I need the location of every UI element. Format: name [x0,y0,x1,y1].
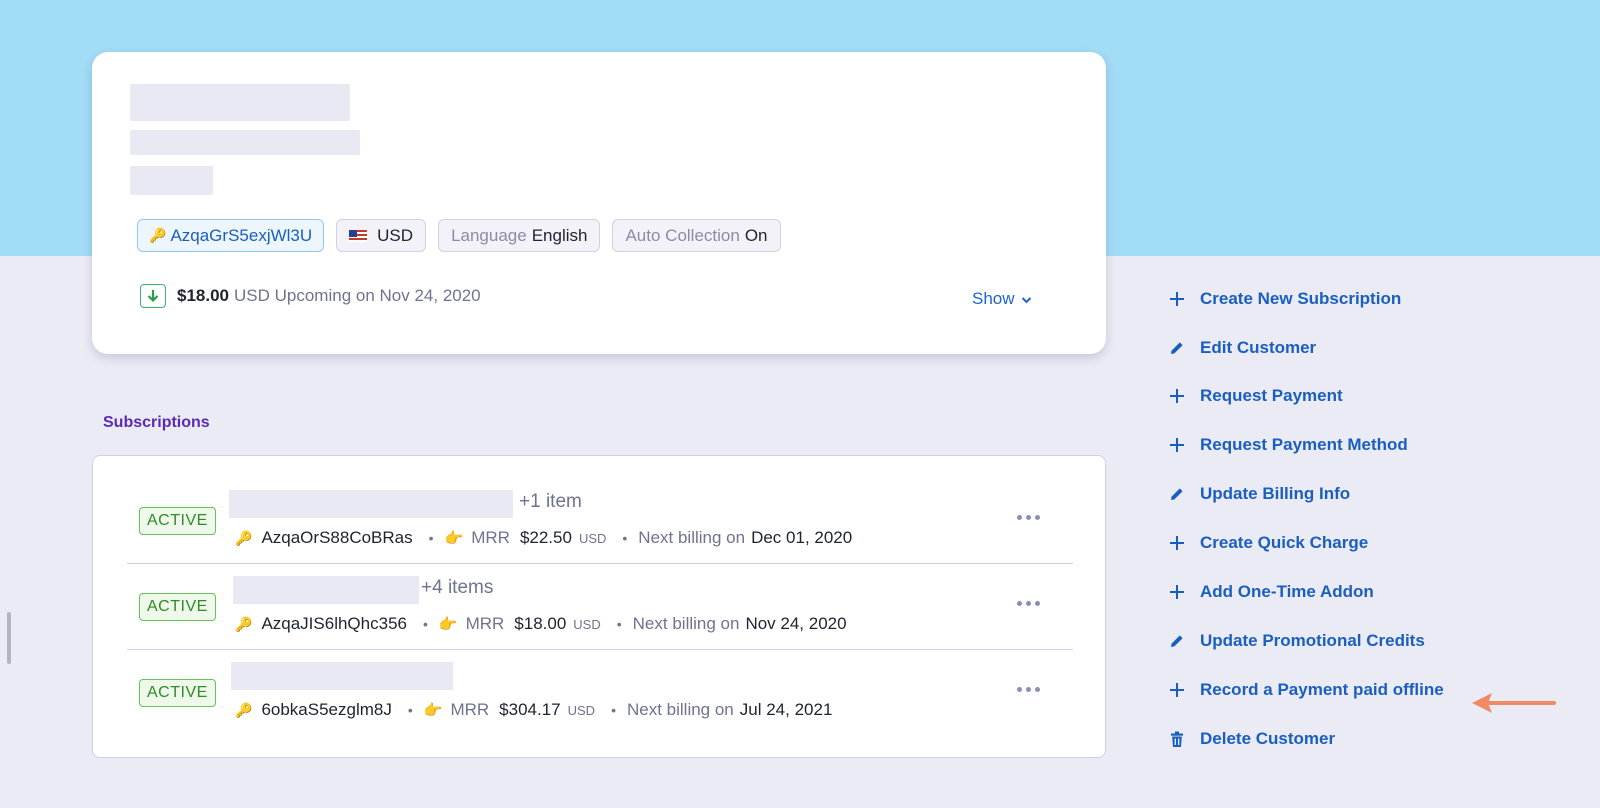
action-label: Record a Payment paid offline [1200,680,1444,699]
action-label: Add One-Time Addon [1200,582,1374,601]
subscription-meta: 🔑 6obkaS5ezglm8J • 👉 MRR $304.17 USD • N… [235,700,833,719]
item-count: +4 items [421,577,494,598]
pointing-hand-icon: 👉 [444,530,464,547]
key-icon: 🔑 [235,529,253,546]
customer-id-chip[interactable]: 🔑 AzqaGrS5exjWl3U [137,219,325,252]
subscription-row[interactable]: ACTIVE +4 items 🔑 AzqaJIS6lhQhc356 • 👉 M… [127,564,1073,650]
create-new-subscription-action[interactable]: Create New Subscription [1167,284,1401,314]
plus-icon [1167,289,1187,309]
show-button[interactable]: Show [972,289,1032,309]
plus-icon [1167,533,1187,553]
pencil-icon [1167,338,1187,358]
request-payment-action[interactable]: Request Payment [1167,381,1343,411]
currency-chip: USD [336,219,427,252]
plan-name-placeholder [233,576,419,604]
subscriptions-list: ACTIVE +1 item 🔑 AzqaOrS88CoBRas • 👉 MRR… [92,455,1106,758]
plus-icon [1167,680,1187,700]
pencil-icon [1167,631,1187,651]
more-options-icon[interactable] [1017,511,1041,523]
auto-collection-chip: Auto Collection On [612,219,781,252]
mrr-currency: USD [578,530,607,546]
mrr-amount: $18.00 [514,614,567,633]
subscription-meta: 🔑 AzqaJIS6lhQhc356 • 👉 MRR $18.00 USD • … [235,614,847,633]
key-icon: 🔑 [235,615,253,632]
update-promotional-credits-action[interactable]: Update Promotional Credits [1167,626,1425,656]
customer-card: 🔑 AzqaGrS5exjWl3U USD Language English A… [92,52,1106,354]
mrr-currency: USD [567,702,596,718]
action-label: Request Payment Method [1200,435,1408,454]
language-chip: Language English [438,219,601,252]
subscription-meta: 🔑 AzqaOrS88CoBRas • 👉 MRR $22.50 USD • N… [235,528,853,547]
download-arrow-icon [140,284,166,308]
chevron-down-icon [1021,289,1032,309]
action-label: Create Quick Charge [1200,533,1369,552]
show-label: Show [972,289,1015,308]
key-icon: 🔑 [149,227,167,243]
edit-customer-action[interactable]: Edit Customer [1167,333,1316,363]
record-offline-payment-action[interactable]: Record a Payment paid offline [1167,675,1444,705]
plan-name-placeholder [231,662,453,690]
next-billing-date: Nov 24, 2020 [745,614,847,633]
customer-chips: 🔑 AzqaGrS5exjWl3U USD Language English A… [137,219,781,252]
upcoming-text: USD Upcoming on Nov 24, 2020 [234,286,481,305]
update-billing-info-action[interactable]: Update Billing Info [1167,479,1350,509]
trash-icon [1167,729,1187,749]
next-billing-label: Next billing on [638,528,746,547]
mrr-label: MRR [450,700,490,719]
currency-value: USD [377,225,414,245]
next-billing-label: Next billing on [632,614,740,633]
action-label: Update Billing Info [1200,484,1351,503]
auto-collection-value: On [744,225,768,245]
language-value: English [531,225,588,245]
customer-id: AzqaGrS5exjWl3U [170,225,313,245]
plus-icon [1167,582,1187,602]
create-quick-charge-action[interactable]: Create Quick Charge [1167,528,1368,558]
pointing-hand-icon: 👉 [423,702,443,719]
subscription-row[interactable]: ACTIVE +1 item 🔑 AzqaOrS88CoBRas • 👉 MRR… [127,478,1073,564]
scrollbar-handle[interactable] [7,612,11,664]
pointing-hand-icon: 👉 [438,616,458,633]
customer-phone-placeholder [130,166,213,195]
more-options-icon[interactable] [1017,597,1041,609]
mrr-amount: $304.17 [499,700,561,719]
pencil-icon [1167,484,1187,504]
next-billing-date: Dec 01, 2020 [751,528,853,547]
next-billing-label: Next billing on [626,700,734,719]
key-icon: 🔑 [235,701,253,718]
us-flag-icon [349,229,368,242]
customer-name-placeholder [130,84,350,121]
auto-collection-label: Auto Collection [625,225,740,245]
subscriptions-heading: Subscriptions [103,414,210,431]
mrr-amount: $22.50 [519,528,572,547]
status-badge: ACTIVE [139,593,216,621]
status-badge: ACTIVE [139,679,216,707]
plus-icon [1167,435,1187,455]
subscription-row[interactable]: ACTIVE 🔑 6obkaS5ezglm8J • 👉 MRR $304.17 … [127,650,1073,736]
item-count: +1 item [519,491,582,512]
action-label: Request Payment [1200,386,1343,405]
plan-name-placeholder [229,490,513,518]
highlight-arrow [1472,693,1556,713]
subscription-id: AzqaOrS88CoBRas [261,528,413,547]
mrr-label: MRR [465,614,505,633]
mrr-currency: USD [573,616,601,632]
upcoming-amount: $18.00 [177,286,229,305]
subscription-id: 6obkaS5ezglm8J [261,700,392,719]
delete-customer-action[interactable]: Delete Customer [1167,724,1335,754]
mrr-label: MRR [471,528,510,547]
request-payment-method-action[interactable]: Request Payment Method [1167,430,1408,460]
subscription-id: AzqaJIS6lhQhc356 [261,614,407,633]
action-label: Create New Subscription [1200,289,1402,308]
upcoming-invoice: $18.00 USD Upcoming on Nov 24, 2020 [140,284,481,308]
action-label: Update Promotional Credits [1200,631,1425,650]
status-badge: ACTIVE [139,507,216,535]
action-label: Edit Customer [1200,338,1317,357]
add-one-time-addon-action[interactable]: Add One-Time Addon [1167,577,1374,607]
next-billing-date: Jul 24, 2021 [739,700,833,719]
language-label: Language [451,225,527,245]
plus-icon [1167,386,1187,406]
customer-email-placeholder [130,130,360,155]
action-label: Delete Customer [1200,729,1336,748]
more-options-icon[interactable] [1017,683,1041,695]
